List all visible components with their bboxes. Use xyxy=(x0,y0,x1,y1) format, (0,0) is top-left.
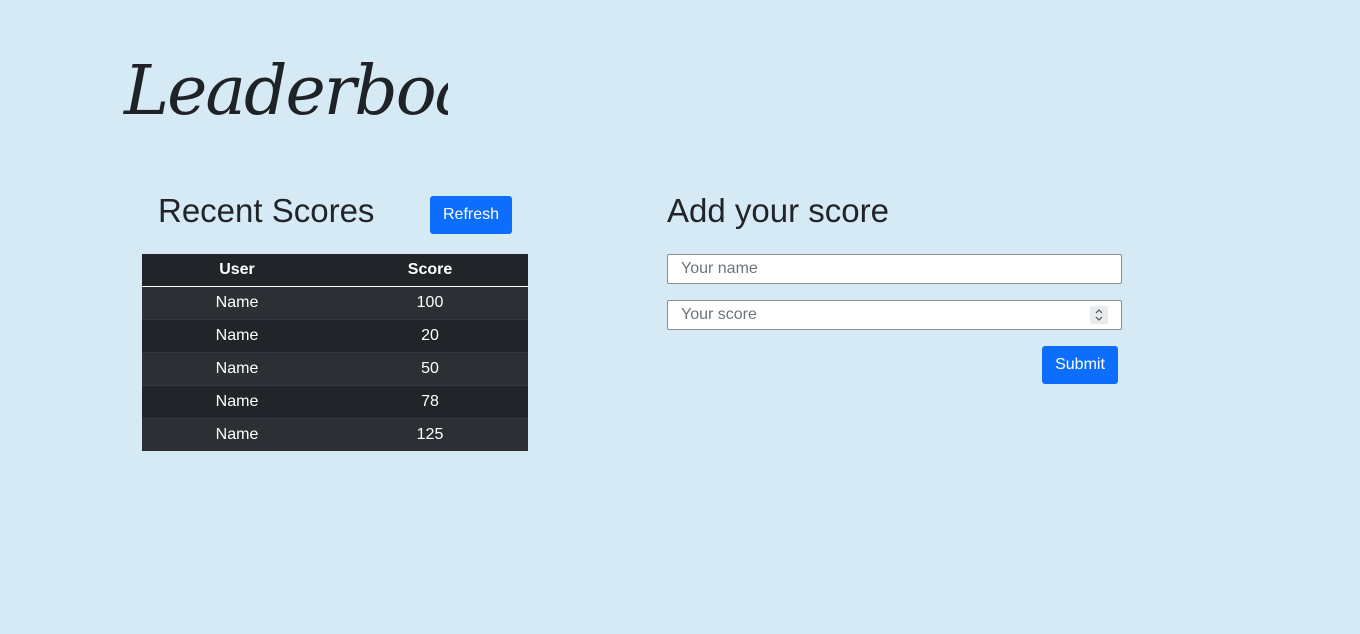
column-header-score: Score xyxy=(332,254,528,287)
leaderboard-logo-text: Leaderboard xyxy=(122,52,448,131)
name-field xyxy=(667,254,1122,284)
row-score-cell: 20 xyxy=(332,319,528,353)
table-row: Name 100 xyxy=(142,286,528,320)
row-score-cell: 125 xyxy=(332,418,528,451)
leaderboard-logo: Leaderboard xyxy=(118,28,448,136)
add-score-title: Add your score xyxy=(667,192,889,229)
row-user-cell: Name xyxy=(142,418,332,451)
score-field xyxy=(667,300,1122,330)
score-input[interactable] xyxy=(668,301,1121,329)
row-score-cell: 100 xyxy=(332,286,528,320)
table-row: Name 78 xyxy=(142,385,528,419)
table-row: Name 50 xyxy=(142,352,528,386)
spinner-updown-icon[interactable] xyxy=(1090,306,1108,324)
row-score-cell: 78 xyxy=(332,385,528,419)
row-user-cell: Name xyxy=(142,352,332,386)
refresh-button[interactable]: Refresh xyxy=(430,196,512,234)
table-header-row: User Score xyxy=(142,254,528,287)
row-user-cell: Name xyxy=(142,385,332,419)
row-user-cell: Name xyxy=(142,286,332,320)
recent-scores-title: Recent Scores xyxy=(158,192,375,229)
table-row: Name 125 xyxy=(142,418,528,451)
scores-table: User Score Name 100 Name 20 Name 50 Name… xyxy=(142,254,528,451)
row-user-cell: Name xyxy=(142,319,332,353)
table-row: Name 20 xyxy=(142,319,528,353)
row-score-cell: 50 xyxy=(332,352,528,386)
submit-button[interactable]: Submit xyxy=(1042,346,1118,384)
column-header-user: User xyxy=(142,254,332,287)
name-input[interactable] xyxy=(668,255,1121,283)
